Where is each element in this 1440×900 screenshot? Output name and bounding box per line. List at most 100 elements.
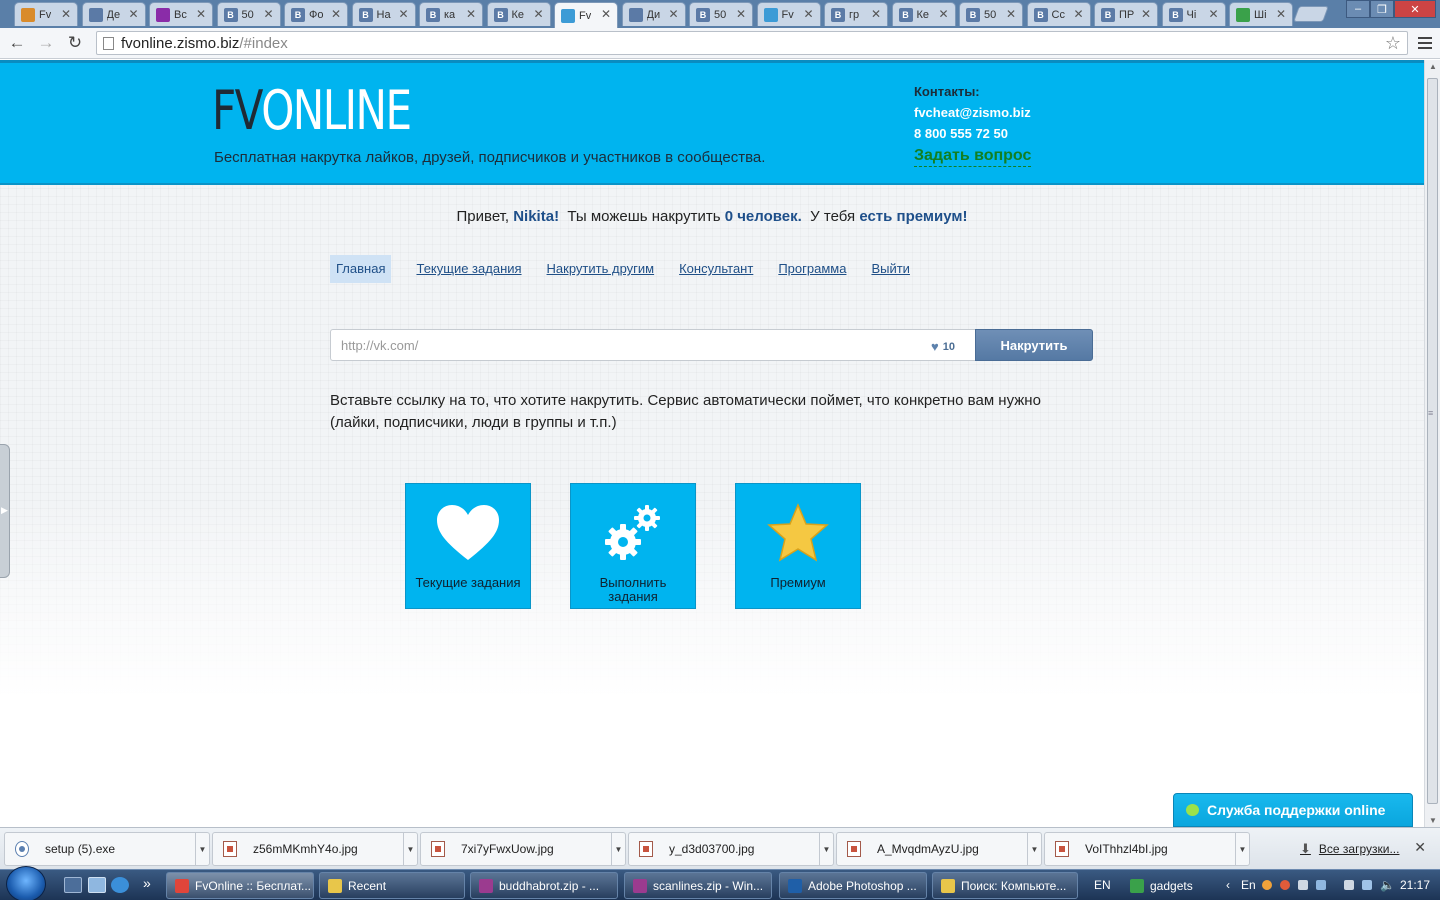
- close-tab-icon[interactable]: ✕: [1141, 7, 1151, 21]
- start-button[interactable]: [6, 866, 46, 900]
- browser-tab[interactable]: B На ✕: [351, 2, 416, 26]
- boost-button[interactable]: Накрутить: [975, 329, 1093, 361]
- browser-tab[interactable]: B Ке ✕: [486, 2, 551, 26]
- contact-email[interactable]: fvcheat@zismo.biz: [914, 102, 1031, 123]
- star-icon[interactable]: ☆: [1385, 33, 1401, 54]
- new-tab-button[interactable]: [1293, 6, 1329, 22]
- close-tab-icon[interactable]: ✕: [938, 7, 948, 21]
- address-bar[interactable]: fvonline.zismo.biz/#index ☆: [96, 31, 1408, 55]
- download-item[interactable]: A_MvqdmAyzU.jpg ▼: [836, 832, 1042, 866]
- browser-tab[interactable]: B 50 ✕: [689, 2, 753, 26]
- chevron-down-icon[interactable]: ▼: [195, 833, 209, 865]
- browser-tab[interactable]: Де ✕: [81, 2, 146, 26]
- support-chat-button[interactable]: Служба поддержки online: [1173, 793, 1413, 827]
- close-tab-icon[interactable]: ✕: [736, 7, 746, 21]
- close-tab-icon[interactable]: ✕: [398, 7, 408, 21]
- site-logo[interactable]: FVONLINE: [212, 81, 412, 141]
- close-tab-icon[interactable]: ✕: [533, 7, 543, 21]
- browser-tab[interactable]: B Чі ✕: [1161, 2, 1226, 26]
- taskbar-item[interactable]: gadgets: [1122, 872, 1218, 899]
- download-item[interactable]: z56mMKmhY4o.jpg ▼: [212, 832, 418, 866]
- side-panel-handle[interactable]: ▶: [0, 444, 10, 578]
- menu-icon[interactable]: [1418, 33, 1432, 53]
- monitor-icon[interactable]: [1362, 880, 1372, 890]
- chevron-right-icon[interactable]: »: [143, 875, 151, 891]
- chevron-down-icon[interactable]: ▼: [819, 833, 833, 865]
- reload-icon[interactable]: ↻: [63, 32, 87, 54]
- download-item[interactable]: 7xi7yFwxUow.jpg ▼: [420, 832, 626, 866]
- tray-app-icon[interactable]: [1316, 880, 1326, 890]
- taskbar-item[interactable]: Recent: [319, 872, 465, 899]
- close-tab-icon[interactable]: ✕: [263, 7, 273, 21]
- taskbar-item[interactable]: scanlines.zip - Win...: [624, 872, 772, 899]
- back-arrow-icon[interactable]: ←: [5, 32, 29, 54]
- language-indicator[interactable]: EN: [1094, 878, 1111, 892]
- browser-tab[interactable]: B Сс ✕: [1026, 2, 1091, 26]
- download-item[interactable]: VoIThhzl4bI.jpg ▼: [1044, 832, 1250, 866]
- forward-arrow-icon[interactable]: →: [34, 32, 58, 54]
- show-desktop-icon[interactable]: [64, 877, 82, 893]
- close-window-button[interactable]: ✕: [1394, 0, 1436, 18]
- close-tab-icon[interactable]: ✕: [128, 7, 138, 21]
- taskbar-item[interactable]: Поиск: Компьюте...: [932, 872, 1078, 899]
- close-tab-icon[interactable]: ✕: [61, 7, 71, 21]
- tile-do-tasks[interactable]: Выполнить задания: [570, 483, 696, 609]
- computer-icon[interactable]: [88, 877, 106, 893]
- nav-item[interactable]: Главная: [330, 255, 392, 283]
- browser-tab[interactable]: Bка ✕: [419, 2, 483, 26]
- browser-tab[interactable]: Bгр ✕: [824, 2, 888, 26]
- tile-current-tasks[interactable]: Текущие задания: [405, 483, 531, 609]
- download-item[interactable]: setup (5).exe ▼: [4, 832, 210, 866]
- nav-item[interactable]: Текущие задания: [416, 255, 521, 283]
- browser-tab[interactable]: B Фо ✕: [284, 2, 348, 26]
- ie-icon[interactable]: [111, 877, 129, 893]
- nav-item[interactable]: Программа: [778, 255, 846, 283]
- close-shelf-icon[interactable]: ✕: [1414, 839, 1426, 856]
- browser-tab[interactable]: Ші ✕: [1229, 2, 1293, 26]
- close-tab-icon[interactable]: ✕: [1073, 7, 1083, 21]
- page-scrollbar[interactable]: ▲ ≡ ▼: [1424, 60, 1440, 827]
- browser-tab[interactable]: Fv ✕: [14, 2, 78, 26]
- browser-tab[interactable]: Ди ✕: [621, 2, 686, 26]
- restore-button[interactable]: ❐: [1370, 0, 1394, 18]
- chevron-down-icon[interactable]: ▼: [1027, 833, 1041, 865]
- close-tab-icon[interactable]: ✕: [331, 7, 341, 21]
- tray-app-icon[interactable]: [1262, 880, 1272, 890]
- url-input[interactable]: http://vk.com/ ♥ 10: [330, 329, 976, 361]
- browser-tab[interactable]: Fv ✕: [756, 2, 821, 26]
- minimize-button[interactable]: –: [1346, 0, 1370, 18]
- volume-icon[interactable]: 🔈: [1380, 878, 1395, 892]
- close-tab-icon[interactable]: ✕: [803, 7, 813, 21]
- browser-tab[interactable]: Fv ✕: [554, 2, 618, 28]
- browser-tab[interactable]: Вс ✕: [149, 2, 213, 26]
- browser-tab[interactable]: B 50 ✕: [216, 2, 281, 26]
- chevron-down-icon[interactable]: ▼: [611, 833, 625, 865]
- taskbar-item[interactable]: FvOnline :: Бесплат...: [166, 872, 314, 899]
- nav-item[interactable]: Выйти: [871, 255, 910, 283]
- close-tab-icon[interactable]: ✕: [466, 7, 476, 21]
- close-tab-icon[interactable]: ✕: [1276, 7, 1286, 21]
- tray-expand-icon[interactable]: ‹: [1226, 878, 1230, 892]
- tray-app-icon[interactable]: [1280, 880, 1290, 890]
- close-tab-icon[interactable]: ✕: [1208, 7, 1218, 21]
- tray-language[interactable]: En: [1241, 878, 1256, 892]
- chevron-down-icon[interactable]: ▼: [1235, 833, 1249, 865]
- close-tab-icon[interactable]: ✕: [1006, 7, 1016, 21]
- chevron-down-icon[interactable]: ▼: [403, 833, 417, 865]
- nav-item[interactable]: Накрутить другим: [547, 255, 655, 283]
- scrollbar-thumb[interactable]: [1427, 78, 1438, 804]
- tile-premium[interactable]: Премиум: [735, 483, 861, 609]
- download-item[interactable]: y_d3d03700.jpg ▼: [628, 832, 834, 866]
- browser-tab[interactable]: B Ке ✕: [891, 2, 956, 26]
- browser-tab[interactable]: B ПР ✕: [1094, 2, 1158, 26]
- browser-tab[interactable]: B 50 ✕: [959, 2, 1023, 26]
- ask-question-link[interactable]: Задать вопрос: [914, 146, 1032, 167]
- taskbar-item[interactable]: Adobe Photoshop ...: [779, 872, 927, 899]
- close-tab-icon[interactable]: ✕: [196, 7, 206, 21]
- taskbar-item[interactable]: buddhabrot.zip - ...: [470, 872, 618, 899]
- close-tab-icon[interactable]: ✕: [871, 7, 881, 21]
- close-tab-icon[interactable]: ✕: [601, 7, 611, 21]
- nav-item[interactable]: Консультант: [679, 255, 753, 283]
- network-icon[interactable]: [1344, 880, 1354, 890]
- tray-app-icon[interactable]: [1298, 880, 1308, 890]
